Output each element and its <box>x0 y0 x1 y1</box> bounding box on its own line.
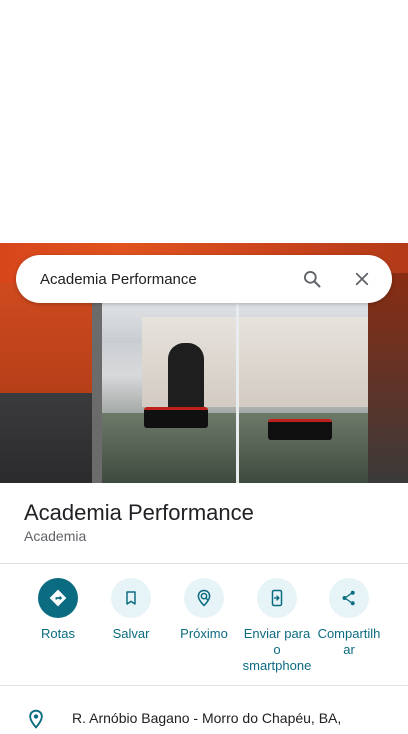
share-icon[interactable] <box>329 578 369 618</box>
send-to-phone-icon[interactable] <box>257 578 297 618</box>
photo-logo-sticker <box>144 407 208 428</box>
photo-right-edge <box>368 273 408 483</box>
directions-icon[interactable] <box>38 578 78 618</box>
search-bar[interactable]: Academia Performance <box>16 255 392 303</box>
nearby-icon[interactable] <box>184 578 224 618</box>
photo-person-reflection <box>168 343 204 413</box>
address-text[interactable]: R. Arnóbio Bagano - Morro do Chapéu, BA, <box>72 710 341 726</box>
close-icon[interactable] <box>350 267 374 291</box>
photo-door-divider <box>236 303 239 483</box>
action-label-send-to-phone: Enviar para o smartphone <box>242 626 312 673</box>
search-query[interactable]: Academia Performance <box>40 271 300 288</box>
divider <box>0 685 408 686</box>
location-pin-icon <box>26 709 46 729</box>
share-button[interactable]: Compartilhar <box>304 578 394 658</box>
place-category[interactable]: Academia <box>24 528 86 544</box>
bookmark-icon[interactable] <box>111 578 151 618</box>
place-title: Academia Performance <box>24 500 254 525</box>
photo-logo-sticker <box>268 419 332 440</box>
photo-glass-door <box>92 303 384 483</box>
search-icon[interactable] <box>300 267 324 291</box>
divider <box>0 563 408 564</box>
action-label-share: Compartilhar <box>317 626 381 657</box>
map-blank-area <box>0 0 408 243</box>
